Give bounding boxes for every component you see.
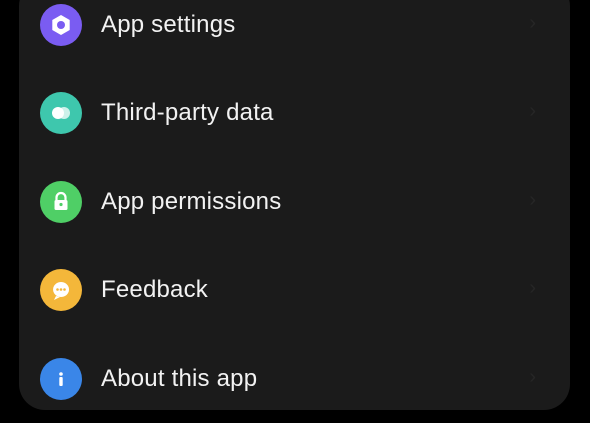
menu-item-label: Feedback [101, 276, 208, 303]
third-party-data-icon [40, 92, 82, 134]
chevron-right-icon: › [529, 189, 536, 211]
chevron-right-icon: › [529, 277, 536, 299]
chevron-right-icon: › [529, 12, 536, 34]
feedback-icon [40, 269, 82, 311]
settings-icon [40, 4, 82, 46]
menu-item-label: App permissions [101, 188, 282, 215]
chevron-right-icon: › [529, 100, 536, 122]
chevron-right-icon: › [529, 366, 536, 388]
settings-menu-card: App settings › Third-party data › App pe… [19, 0, 570, 410]
menu-item-app-settings[interactable]: App settings › [19, 0, 570, 68]
menu-item-third-party-data[interactable]: Third-party data › [19, 69, 570, 157]
menu-item-label: Third-party data [101, 99, 274, 126]
menu-item-feedback[interactable]: Feedback › [19, 246, 570, 334]
info-icon [40, 358, 82, 400]
menu-item-label: App settings [101, 11, 236, 38]
menu-item-about-this-app[interactable]: About this app › [19, 335, 570, 423]
menu-item-app-permissions[interactable]: App permissions › [19, 157, 570, 245]
lock-icon [40, 181, 82, 223]
